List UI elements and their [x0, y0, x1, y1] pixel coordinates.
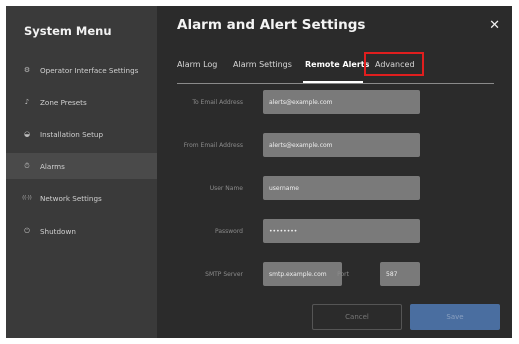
sidebar-item-label: Installation Setup — [40, 129, 104, 139]
sidebar-item-alarms[interactable]: ⏱ Alarms — [6, 153, 157, 179]
sidebar-item-zone-presets[interactable]: ♪ Zone Presets — [6, 89, 157, 115]
sidebar-item-label: Shutdown — [40, 226, 76, 236]
sidebar-item-shutdown[interactable]: ⏻ Shutdown — [6, 218, 157, 244]
sidebar-item-operator-interface-settings[interactable]: ⚙ Operator Interface Settings — [6, 57, 157, 83]
page-title: Alarm and Alert Settings — [177, 17, 366, 33]
sidebar-item-network-settings[interactable]: ((·)) Network Settings — [6, 185, 157, 211]
username-label: User Name — [209, 185, 243, 192]
username-input[interactable] — [263, 176, 420, 200]
sidebar-title: System Menu — [24, 24, 112, 38]
password-label: Password — [214, 228, 243, 235]
music-note-icon: ♪ — [24, 98, 30, 106]
power-icon: ⏻ — [24, 226, 30, 235]
sidebar-item-installation-setup[interactable]: ◒ Installation Setup — [6, 121, 157, 147]
tab-alarm-log[interactable]: Alarm Log — [177, 60, 217, 69]
system-menu-sidebar: System Menu ⚙ Operator Interface Setting… — [6, 6, 157, 338]
active-tab-indicator — [303, 81, 363, 83]
main-panel: Alarm and Alert Settings ✕ Alarm Log Ala… — [157, 6, 512, 338]
wifi-signal-icon: ((·)) — [22, 195, 32, 201]
to-email-label: To Email Address — [192, 99, 243, 106]
advanced-tab-highlight-box — [364, 52, 424, 76]
settings-window: System Menu ⚙ Operator Interface Setting… — [6, 6, 512, 338]
port-input[interactable] — [380, 262, 420, 286]
sidebar-item-label: Network Settings — [40, 193, 102, 203]
smtp-server-label: SMTP Server — [205, 271, 243, 278]
sidebar-item-label: Operator Interface Settings — [40, 65, 139, 75]
installation-icon: ◒ — [23, 130, 31, 138]
sidebar-item-label: Zone Presets — [40, 97, 87, 107]
gear-icon: ⚙ — [23, 66, 31, 74]
cancel-button[interactable]: Cancel — [312, 304, 402, 330]
tab-alarm-settings[interactable]: Alarm Settings — [233, 60, 292, 69]
alarm-clock-icon: ⏱ — [24, 161, 30, 170]
to-email-input[interactable] — [263, 90, 420, 114]
tab-bar: Alarm Log Alarm Settings Remote Alerts A… — [177, 55, 494, 84]
sidebar-item-label: Alarms — [40, 161, 65, 171]
tab-remote-alerts[interactable]: Remote Alerts — [305, 60, 369, 69]
password-input[interactable] — [263, 219, 420, 243]
from-email-label: From Email Address — [183, 142, 243, 149]
from-email-input[interactable] — [263, 133, 420, 157]
save-button[interactable]: Save — [410, 304, 500, 330]
port-label: Port — [337, 271, 349, 278]
close-icon[interactable]: ✕ — [489, 18, 500, 33]
